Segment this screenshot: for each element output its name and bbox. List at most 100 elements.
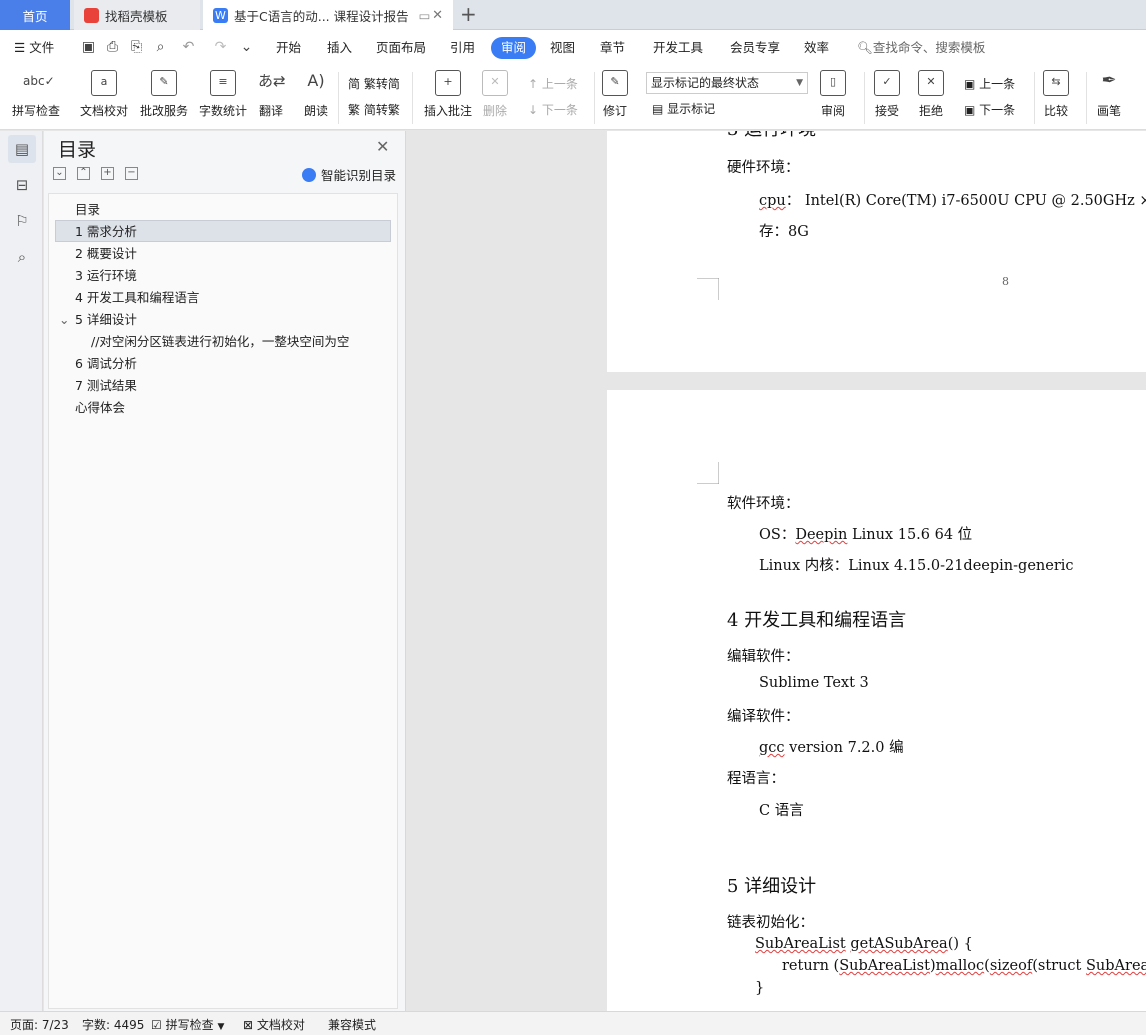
toc-subitem[interactable]: //对空闲分区链表进行初始化，一整块空间为空 (91, 331, 349, 353)
command-search-placeholder: 查找命令、搜索模板 (872, 40, 986, 55)
show-markup-icon: ▤ (652, 102, 664, 116)
show-markup-label: 显示标记 (667, 102, 716, 116)
bookmark-icon[interactable]: ⚐ (8, 207, 36, 235)
track-changes-icon: ✎ (602, 70, 628, 96)
proofread-button[interactable]: a 文档校对 (80, 70, 128, 119)
section-heading: 5 详细设计 (727, 876, 817, 897)
review-pane-button[interactable]: ▯ 审阅 (820, 70, 846, 119)
status-spell-check[interactable]: ☑ 拼写检查 ▼ (151, 1016, 224, 1033)
search-icon: 🔍︎ (857, 40, 873, 55)
writer-icon: W (213, 7, 228, 23)
reject-button[interactable]: ✕ 拒绝 (918, 70, 944, 119)
smart-toc-button[interactable]: 智能识别目录 (302, 165, 396, 184)
ribbon-divider (338, 72, 339, 124)
spell-error-word: SubAreaList (755, 936, 846, 952)
margin-corner-mark (697, 278, 719, 300)
show-markup-button[interactable]: ▤ 显示标记 (652, 100, 715, 117)
next-comment-button[interactable]: ↓ 下一条 (528, 101, 578, 118)
toc-item[interactable]: 心得体会 (75, 397, 125, 419)
page-indicator[interactable]: 页面: 7/23 (10, 1016, 69, 1033)
chevron-down-icon[interactable]: ⌄ (59, 309, 69, 331)
find-icon[interactable]: ⌕ (8, 243, 36, 271)
chapter-nav-icon[interactable]: ⊟ (8, 171, 36, 199)
next-comment-label: 下一条 (541, 103, 578, 117)
menu-item-efficiency[interactable]: 效率 (804, 37, 829, 59)
menu-item-member[interactable]: 会员专享 (730, 37, 780, 59)
translate-button[interactable]: あ⇄ 翻译 (258, 70, 286, 119)
collapse-all-icon[interactable]: ⌄ (53, 167, 66, 180)
accept-icon: ✓ (874, 70, 900, 96)
trad-to-simp-icon: 简 (348, 77, 361, 91)
redo-icon[interactable]: ↷ (212, 39, 229, 56)
accept-button[interactable]: ✓ 接受 (874, 70, 900, 119)
docer-icon (84, 7, 99, 23)
toc-item[interactable]: 目录 (75, 199, 100, 221)
remove-level-icon[interactable]: − (125, 167, 138, 180)
markup-mode-select[interactable]: 显示标记的最终状态 ▼ (646, 72, 808, 94)
menu-item-layout[interactable]: 页面布局 (376, 37, 426, 59)
spell-check-icon: abc✓ (23, 74, 55, 88)
trad-to-simp-button[interactable]: 简 繁转简 (348, 75, 400, 92)
undo-icon[interactable]: ↶ (180, 39, 197, 56)
margin-corner-mark (697, 462, 719, 484)
next-change-label: 下一条 (979, 103, 1016, 117)
page: 软件环境： OS：Deepin Linux 15.6 64 位 Linux 内核… (607, 390, 1146, 1011)
tab-home[interactable]: 首页 (0, 0, 70, 30)
menu-item-view[interactable]: 视图 (550, 37, 575, 59)
menu-item-references[interactable]: 引用 (450, 37, 475, 59)
quick-access-dropdown-icon[interactable]: ⌄ (238, 39, 255, 56)
menu-item-section[interactable]: 章节 (600, 37, 625, 59)
pin-icon[interactable]: ▭ (419, 8, 431, 23)
export-pdf-icon[interactable]: ⎙ (104, 39, 121, 56)
smart-toc-label: 智能识别目录 (321, 168, 397, 183)
pen-button[interactable]: ✒ 画笔 (1096, 70, 1122, 119)
body-text: gcc version 7.2.0 编 (759, 736, 904, 757)
menu-item-start[interactable]: 开始 (276, 37, 301, 59)
document-canvas[interactable]: 3 运行环境 硬件环境： cpu： Intel(R) Core(TM) i7-6… (407, 131, 1146, 1011)
expand-up-icon[interactable]: ⌃ (77, 167, 90, 180)
toc-item[interactable]: 4 开发工具和编程语言 (75, 287, 199, 309)
next-change-button[interactable]: ▣ 下一条 (964, 101, 1015, 118)
word-count-indicator[interactable]: 字数: 4495 (82, 1016, 144, 1033)
print-icon[interactable]: ⎘ (128, 39, 145, 56)
prev-change-button[interactable]: ▣ 上一条 (964, 75, 1015, 92)
compare-button[interactable]: ⇆ 比较 (1043, 70, 1069, 119)
close-icon[interactable]: ✕ (376, 137, 389, 156)
toc-item[interactable]: 5 详细设计 (75, 309, 137, 331)
menu-item-review[interactable]: 审阅 (491, 37, 537, 59)
insert-comment-button[interactable]: + 插入批注 (424, 70, 472, 119)
print-preview-icon[interactable]: ⌕ (152, 39, 169, 56)
menu-item-insert[interactable]: 插入 (327, 37, 352, 59)
body-text-fragment: version 7.2.0 编 (784, 740, 904, 756)
delete-comment-button[interactable]: ✕ 删除 (482, 70, 508, 119)
code-fragment: return ( (782, 958, 840, 974)
command-search[interactable]: 🔍︎查找命令、搜索模板 (857, 37, 985, 59)
ribbon-divider (1086, 72, 1087, 124)
spell-error-word: malloc (935, 958, 985, 974)
word-count-button[interactable]: ≡ 字数统计 (199, 70, 247, 119)
tab-template[interactable]: 找稻壳模板 (74, 0, 200, 30)
outline-icon[interactable]: ▤ (8, 135, 36, 163)
spell-check-button[interactable]: abc✓ 拼写检查 (12, 70, 60, 119)
add-level-icon[interactable]: + (101, 167, 114, 180)
prev-comment-button[interactable]: ↑ 上一条 (528, 75, 578, 92)
close-icon[interactable]: ✕ (432, 8, 443, 23)
track-changes-button[interactable]: ✎ 修订 (602, 70, 628, 119)
new-tab-button[interactable]: + (460, 2, 477, 26)
correction-service-button[interactable]: ✎ 批改服务 (140, 70, 188, 119)
toc-item[interactable]: 6 调试分析 (75, 353, 137, 375)
toc-item-selected[interactable]: 1 需求分析 (55, 220, 391, 242)
menu-item-developer[interactable]: 开发工具 (653, 37, 703, 59)
read-aloud-button[interactable]: A) 朗读 (303, 70, 329, 119)
status-proofread-label: 文档校对 (256, 1018, 305, 1032)
review-ribbon: abc✓ 拼写检查 a 文档校对 ✎ 批改服务 ≡ 字数统计 あ⇄ 翻译 A) … (0, 66, 1146, 130)
status-proofread[interactable]: ⊠ 文档校对 (243, 1016, 305, 1033)
toc-item[interactable]: 2 概要设计 (75, 243, 137, 265)
comment-delete-icon: ✕ (482, 70, 508, 96)
file-menu[interactable]: ☰ 文件 (14, 37, 54, 59)
toc-item[interactable]: 3 运行环境 (75, 265, 137, 287)
toc-item[interactable]: 7 测试结果 (75, 375, 137, 397)
tab-document[interactable]: W 基于C语言的动... 课程设计报告 ▭ ✕ (203, 0, 453, 30)
save-icon[interactable]: ▣ (80, 39, 97, 56)
simp-to-trad-button[interactable]: 繁 简转繁 (348, 101, 400, 118)
